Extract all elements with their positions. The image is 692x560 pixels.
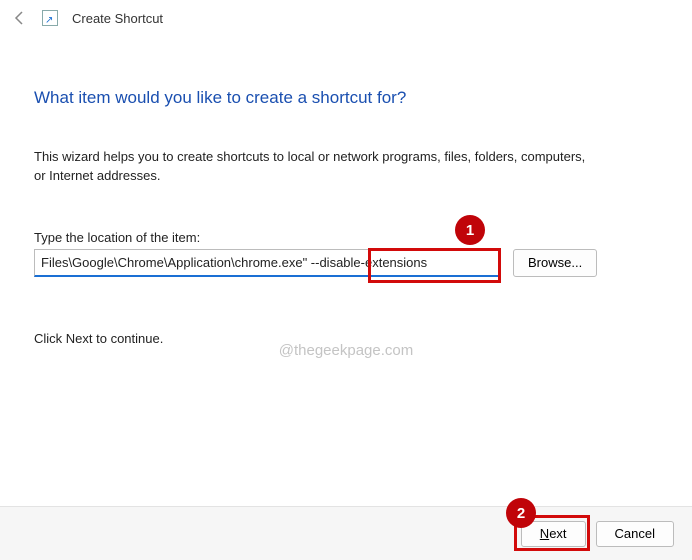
location-label: Type the location of the item: (34, 230, 660, 245)
location-input[interactable] (34, 249, 499, 277)
cancel-button[interactable]: Cancel (596, 521, 674, 547)
footer-bar: Next Cancel (0, 506, 692, 560)
header-bar: Create Shortcut (0, 0, 692, 32)
watermark-text: @thegeekpage.com (279, 342, 413, 359)
next-button[interactable]: Next (521, 521, 586, 547)
wizard-description: This wizard helps you to create shortcut… (34, 148, 594, 186)
browse-button[interactable]: Browse... (513, 249, 597, 277)
window-title: Create Shortcut (72, 11, 163, 26)
wizard-content: What item would you like to create a sho… (34, 88, 660, 346)
shortcut-icon (42, 10, 58, 26)
back-arrow-icon[interactable] (12, 10, 28, 26)
location-row: Browse... (34, 249, 660, 277)
page-heading: What item would you like to create a sho… (34, 88, 660, 108)
